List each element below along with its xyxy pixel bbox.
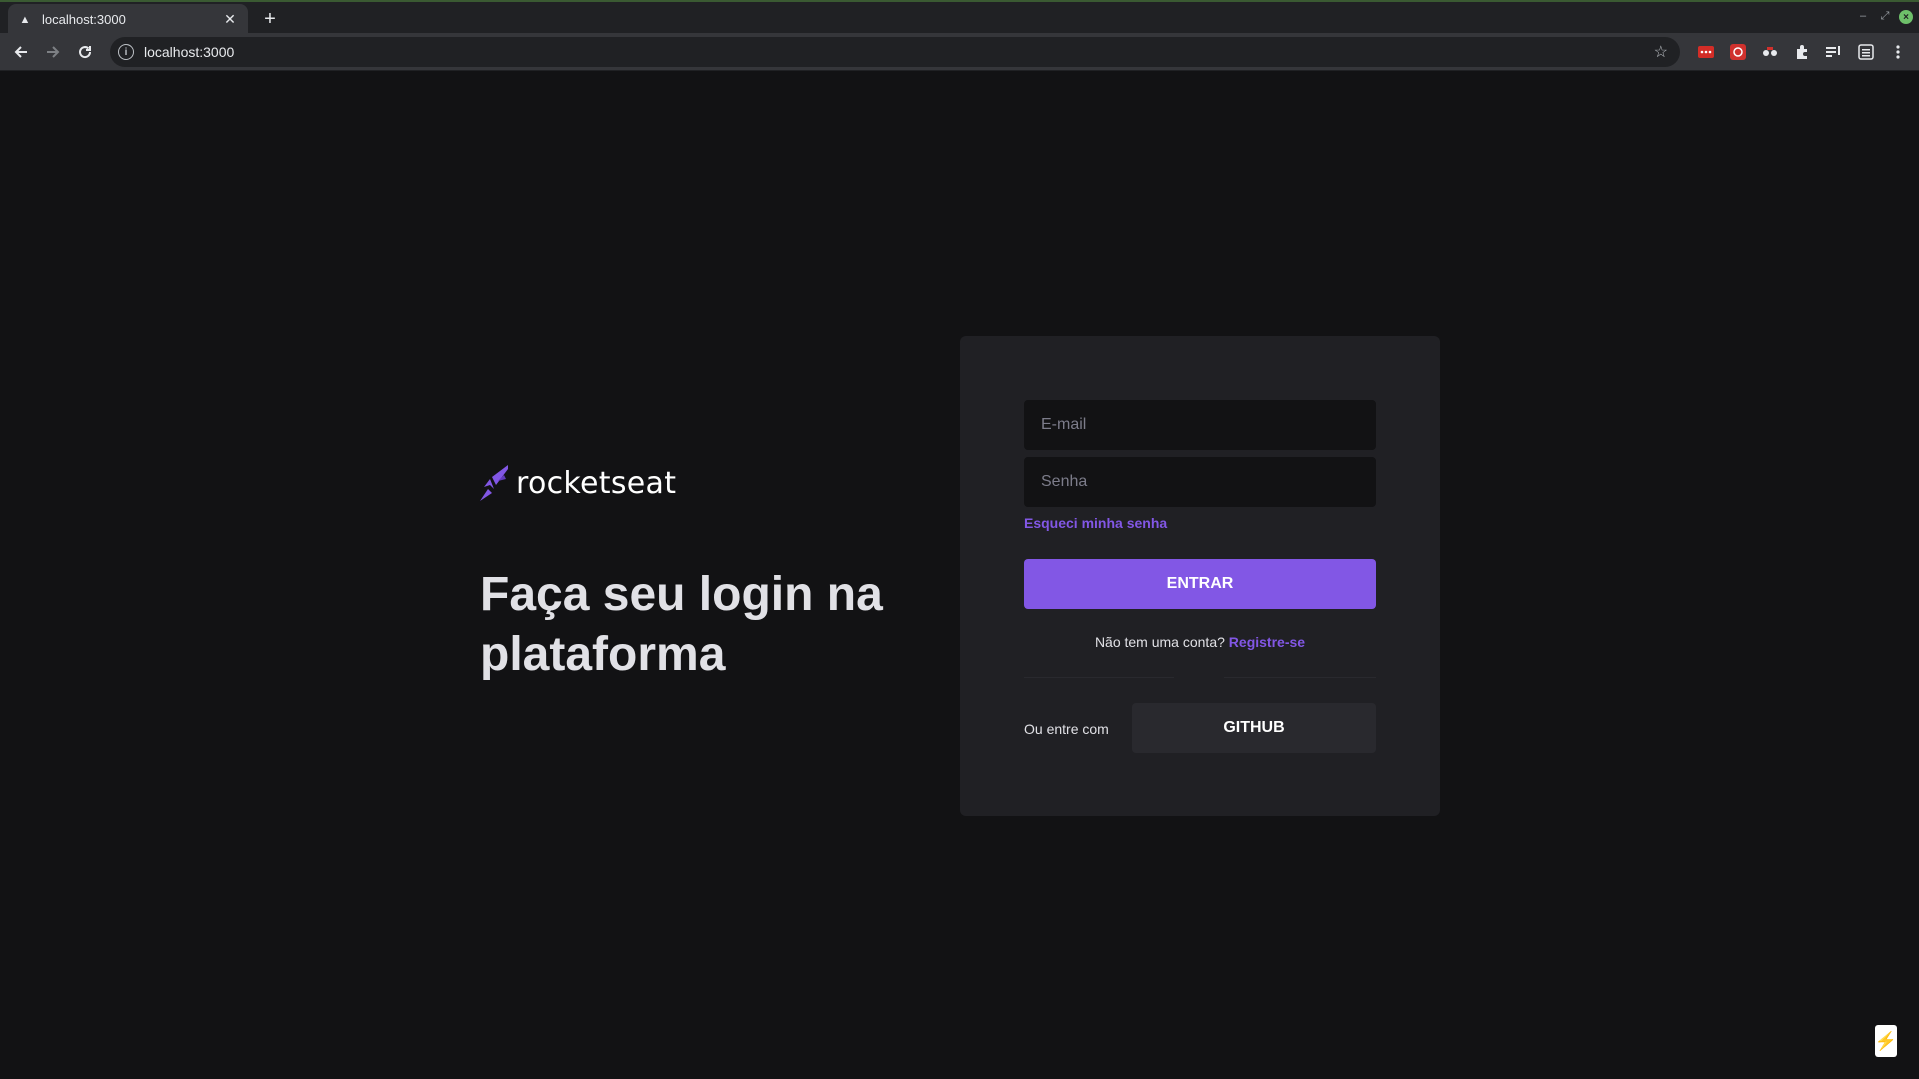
register-prompt: Não tem uma conta? Registre-se <box>1024 634 1376 650</box>
address-bar[interactable]: i localhost:3000 ☆ <box>110 37 1680 67</box>
login-button[interactable]: ENTRAR <box>1024 559 1376 609</box>
restore-window-icon[interactable]: ⤢ <box>1877 8 1893 24</box>
bookmark-star-icon[interactable]: ☆ <box>1654 42 1668 62</box>
extension-red-icon[interactable] <box>1729 43 1747 61</box>
media-queue-icon[interactable] <box>1825 43 1843 61</box>
forgot-password-link[interactable]: Esqueci minha senha <box>1024 515 1167 531</box>
extension-glasses-icon[interactable] <box>1761 43 1779 61</box>
password-field[interactable] <box>1024 457 1376 507</box>
browser-tab-bar: ▲ localhost:3000 ✕ + – ⤢ × <box>0 0 1919 35</box>
login-card: Esqueci minha senha ENTRAR Não tem uma c… <box>960 336 1440 816</box>
tab-title: localhost:3000 <box>42 12 126 27</box>
browser-menu-icon[interactable] <box>1889 43 1907 61</box>
brand-wordmark: rocketseat <box>516 465 677 501</box>
url-text: localhost:3000 <box>144 44 235 60</box>
back-button[interactable] <box>10 41 32 63</box>
page-title: Faça seu login na plataforma <box>480 568 883 681</box>
nextjs-indicator-icon[interactable]: ⚡ <box>1875 1025 1897 1057</box>
site-info-icon[interactable]: i <box>118 44 134 60</box>
register-prompt-text: Não tem uma conta? <box>1094 634 1225 650</box>
browser-tab[interactable]: ▲ localhost:3000 ✕ <box>8 4 248 35</box>
forward-button[interactable] <box>42 41 64 63</box>
register-link[interactable]: Registre-se <box>1229 634 1305 650</box>
close-tab-icon[interactable]: ✕ <box>222 11 238 28</box>
extension-lastpass-icon[interactable] <box>1697 43 1715 61</box>
github-login-button[interactable]: GITHUB <box>1132 703 1376 753</box>
rocket-favicon-icon: ▲ <box>19 13 31 26</box>
extensions-puzzle-icon[interactable] <box>1793 43 1811 61</box>
divider-left <box>1024 677 1174 678</box>
email-field[interactable] <box>1024 400 1376 450</box>
close-window-icon[interactable]: × <box>1899 10 1913 24</box>
brand-logo: rocketseat <box>480 465 676 501</box>
page: rocketseat Faça seu login na plataforma … <box>0 71 1919 1079</box>
rocket-logo-icon <box>480 465 508 501</box>
divider-right <box>1224 677 1376 678</box>
reading-list-icon[interactable] <box>1857 43 1875 61</box>
reload-button[interactable] <box>74 41 96 63</box>
minimize-window-icon[interactable]: – <box>1855 8 1871 24</box>
browser-toolbar: i localhost:3000 ☆ <box>0 33 1919 71</box>
new-tab-button[interactable]: + <box>258 7 282 31</box>
alternative-login-label: Ou entre com <box>1024 721 1109 737</box>
